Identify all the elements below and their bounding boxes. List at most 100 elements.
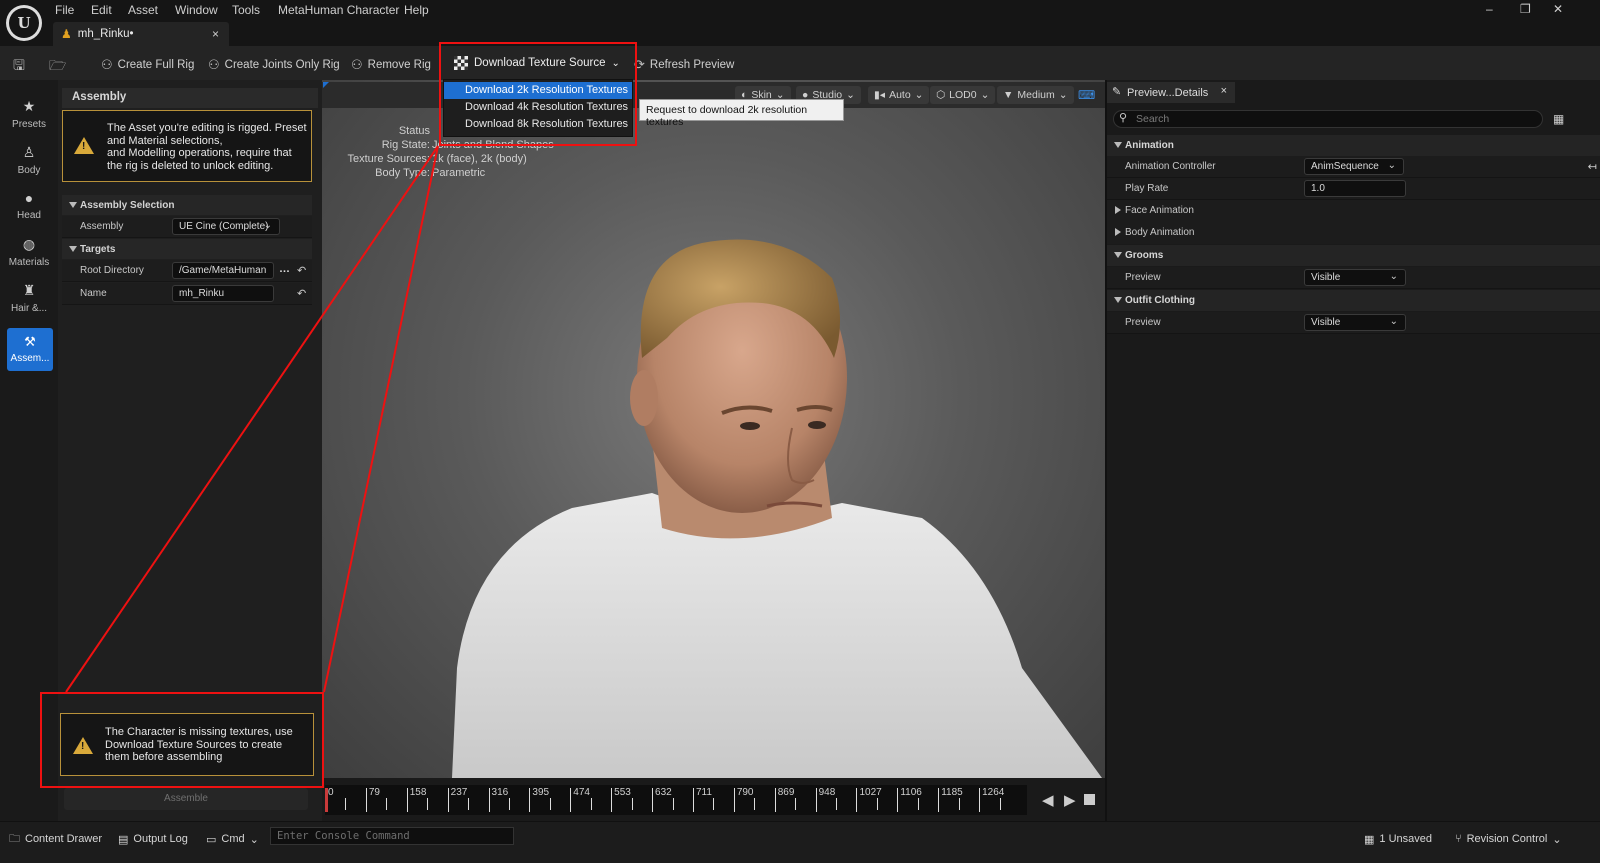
rail-item-presets[interactable]: ★ Presets [4,98,54,130]
character-preview [452,239,1102,778]
unsaved-button[interactable]: ▦ 1 Unsaved [1364,829,1432,849]
create-joints-only-rig-button[interactable]: ⚇ Create Joints Only Rig [208,55,340,75]
outfit-preview-combo[interactable]: Visible ⌄ [1304,314,1406,331]
create-full-rig-button[interactable]: ⚇ Create Full Rig [101,55,194,75]
grooms-preview-label: Preview [1125,272,1161,283]
timeline-minor-tick [876,798,878,810]
assemble-button[interactable]: Assemble [64,788,308,810]
anim-controller-combo[interactable]: AnimSequence ⌄ [1304,158,1404,175]
timeline-tick [652,788,654,812]
play-rate-field[interactable]: 1.0 [1304,180,1406,197]
grooms-preview-combo[interactable]: Visible ⌄ [1304,269,1406,286]
quality-pill[interactable]: ▼ Medium ⌄ [997,86,1074,104]
timeline-tick [856,788,858,812]
reset-arrow-icon[interactable]: ↤ [1588,160,1597,173]
eye-shape [740,422,760,430]
assembly-combo[interactable]: UE Cine (Complete) ⌄ [172,218,280,235]
rail-item-body[interactable]: ♙ Body [4,144,54,176]
name-field[interactable]: mh_Rinku [172,285,274,302]
timeline-minor-tick [713,798,715,810]
console-input[interactable]: Enter Console Command [270,827,514,845]
timeline-tick-label: 395 [532,787,550,798]
body-animation-group[interactable]: Body Animation [1107,222,1600,244]
keyboard-icon[interactable]: ⌨ [1078,88,1095,102]
minimize-button[interactable]: – [1486,2,1493,16]
close-window-button[interactable]: ✕ [1553,2,1563,16]
timeline-tick-label: 1185 [941,787,963,798]
revision-control-button[interactable]: ⑂ Revision Control ⌄ [1455,829,1562,849]
stop-icon[interactable] [1084,794,1095,805]
root-directory-field[interactable]: /Game/MetaHuman [172,262,274,279]
cmd-label: Cmd [221,833,245,845]
timeline-minor-tick [549,798,551,810]
browse-dots-icon[interactable]: … [279,263,290,275]
restore-button[interactable]: ❐ [1520,2,1531,16]
auto-pill[interactable]: ▮◂ Auto ⌄ [868,86,930,104]
rig-icon: ⚇ [101,57,113,72]
close-tab-icon[interactable]: × [212,27,219,41]
save-icon[interactable]: 🖫 [13,55,25,79]
timeline-tick-label: 869 [777,787,795,798]
viewport-options-icon[interactable] [323,82,329,88]
lod-pill[interactable]: ⬡ LOD0 ⌄ [930,86,996,104]
browse-icon[interactable]: 🗁 [49,55,66,79]
camera-icon: ▮◂ [874,89,886,101]
outfit-clothing-section[interactable]: Outfit Clothing [1107,290,1600,311]
assembly-label: Assembly [80,221,124,232]
joints-rig-icon: ⚇ [208,57,220,72]
group-title: Face Animation [1125,205,1194,216]
timeline-tick [570,788,572,812]
grooms-section[interactable]: Grooms [1107,245,1600,266]
status-key: Body Type: [375,167,430,179]
chevron-down-icon: ⌄ [1552,833,1562,846]
menu-file[interactable]: File [55,3,74,17]
menu-edit[interactable]: Edit [91,3,112,17]
timeline-tick-label: 474 [573,787,590,798]
warning-line: the rig is deleted to unlock editing. [107,159,274,172]
playhead[interactable] [325,788,328,812]
timeline-tick [692,788,694,812]
terminal-icon: ▭ [206,833,217,846]
create-joints-only-rig-label: Create Joints Only Rig [224,59,340,71]
details-tab[interactable]: ✎ Preview...Details × [1107,82,1235,103]
rail-item-head[interactable]: ● Head [4,190,54,221]
chevron-down-icon: ⌄ [1387,160,1396,171]
timeline-tick-label: 790 [736,787,754,798]
unreal-logo-icon[interactable]: U [6,5,42,41]
content-drawer-button[interactable]: 🗀 Content Drawer [9,829,102,849]
play-reverse-icon[interactable]: ◀ [1042,791,1054,809]
targets-section[interactable]: Targets [62,239,312,259]
reset-arrow-icon[interactable]: ↶ [297,264,306,277]
details-search-input[interactable]: Search [1113,110,1543,128]
refresh-preview-button[interactable]: ⟳ Refresh Preview [634,55,734,75]
timeline-tick-label: 0 [328,787,334,798]
rail-item-assembly[interactable]: ⚒ Assem... [7,328,53,371]
remove-rig-button[interactable]: ⚇ Remove Rig [351,55,431,75]
timeline-tick [406,788,408,812]
rail-item-hair[interactable]: ♜ Hair &... [4,282,54,314]
menu-metahuman-character[interactable]: MetaHuman Character [278,3,399,17]
grid-settings-icon[interactable]: ▦ [1553,112,1564,126]
rail-label: Head [17,210,41,221]
section-title: Assembly Selection [80,199,175,211]
menu-tools[interactable]: Tools [232,3,260,17]
rail-item-materials[interactable]: ◍ Materials [4,236,54,268]
reset-arrow-icon[interactable]: ↶ [297,287,306,300]
menu-help[interactable]: Help [404,3,429,17]
menu-window[interactable]: Window [175,3,218,17]
output-log-button[interactable]: ▤ Output Log [118,829,188,849]
animation-section[interactable]: Animation [1107,135,1600,156]
menu-asset[interactable]: Asset [128,3,158,17]
close-tab-icon[interactable]: × [1221,85,1227,97]
document-tab[interactable]: ♟ mh_Rinku• × [53,22,229,46]
play-rate-row: Play Rate 1.0 [1107,178,1600,200]
play-icon[interactable]: ▶ [1064,791,1076,809]
anim-controller-label: Animation Controller [1125,161,1216,172]
assembly-selection-section[interactable]: Assembly Selection [62,195,312,215]
timeline-tick-label: 237 [450,787,468,798]
face-animation-group[interactable]: Face Animation [1107,200,1600,222]
grooms-preview-row: Preview Visible ⌄ [1107,267,1600,289]
timeline-tick [938,788,940,812]
cmd-button[interactable]: ▭ Cmd ⌄ [206,829,259,849]
timeline-tick [611,788,613,812]
